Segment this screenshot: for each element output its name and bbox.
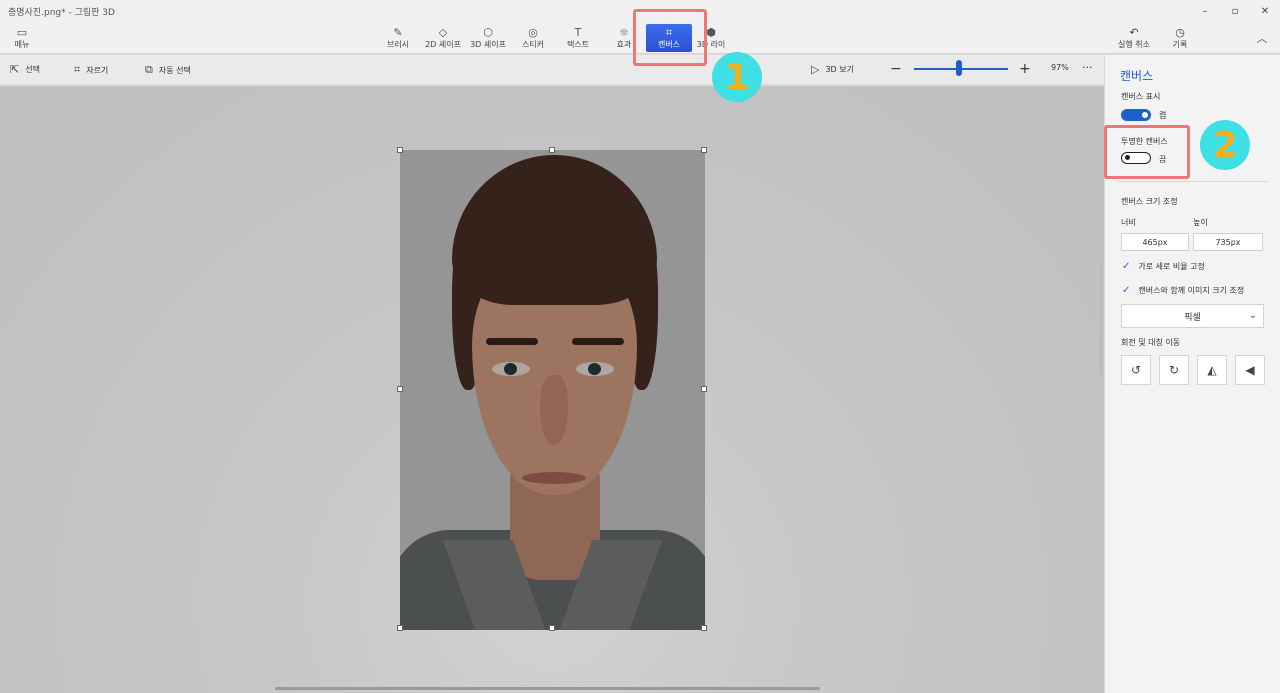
tool-text[interactable]: T 텍스트 — [562, 24, 594, 52]
resize-handle-top-right[interactable] — [701, 147, 707, 153]
height-input[interactable]: 735px — [1193, 233, 1263, 251]
resize-canvas-header: 캔버스 크기 조정 — [1121, 197, 1178, 206]
magic-select-label: 자동 선택 — [158, 65, 191, 75]
step-badge-2: 2 — [1200, 120, 1250, 170]
tool-label: 효과 — [616, 39, 632, 49]
flip-vertical-button[interactable]: ◀ — [1235, 355, 1265, 385]
3d-cube-icon: ⬡ — [483, 25, 493, 39]
width-input[interactable]: 465px — [1121, 233, 1189, 251]
resize-handle-right[interactable] — [701, 386, 707, 392]
resize-image-label: 캔버스와 함께 이미지 크기 조정 — [1138, 286, 1245, 295]
3d-view-icon: ▷ — [811, 63, 820, 76]
tool-3d-shapes[interactable]: ⬡ 3D 셰이프 — [467, 24, 509, 52]
maximize-button[interactable]: ▫ — [1220, 0, 1250, 22]
lock-aspect-checkbox[interactable]: ✓ 가로 세로 비율 고정 — [1122, 261, 1205, 272]
highlight-box-canvas-tool — [633, 9, 707, 66]
magic-select-button[interactable]: ⧉ 자동 선택 — [145, 63, 191, 77]
step-badge-1: 1 — [712, 52, 762, 102]
window-title: 증명사진.png* - 그림판 3D — [8, 8, 115, 18]
horizontal-scrollbar[interactable] — [275, 687, 820, 690]
unit-value: 픽셀 — [1184, 312, 1201, 323]
zoom-in-button[interactable]: + — [1019, 61, 1031, 77]
folder-icon: ▭ — [16, 26, 28, 39]
history-icon: ◷ — [1175, 26, 1185, 39]
sticker-icon: ◎ — [528, 25, 538, 39]
checkmark-icon: ✓ — [1122, 285, 1131, 296]
select-label: 선택 — [25, 65, 40, 74]
flip-vertical-icon: ◀ — [1245, 363, 1255, 377]
resize-handle-bottom[interactable] — [549, 625, 555, 631]
brush-icon: ✎ — [393, 25, 403, 39]
menu-button[interactable]: ▭ 메뉴 — [6, 24, 38, 52]
tool-label: 2D 셰이프 — [425, 39, 461, 49]
panel-divider — [1117, 181, 1269, 182]
history-button[interactable]: ◷ 기록 — [1164, 24, 1196, 52]
crop-label: 자르기 — [86, 65, 109, 75]
crop-button[interactable]: ⌗ 자르기 — [74, 63, 108, 77]
rotate-right-button[interactable]: ↻ — [1159, 355, 1189, 385]
undo-label: 실행 취소 — [1118, 40, 1150, 49]
more-options-button[interactable]: ··· — [1082, 61, 1093, 74]
pointer-icon: ⇱ — [10, 63, 20, 76]
flip-horizontal-button[interactable]: ◭ — [1197, 355, 1227, 385]
resize-image-checkbox[interactable]: ✓ 캔버스와 함께 이미지 크기 조정 — [1122, 285, 1244, 296]
menu-label: 메뉴 — [14, 40, 30, 49]
tool-label: 텍스트 — [566, 39, 590, 49]
unit-dropdown[interactable]: 픽셀 ⌄ — [1121, 304, 1264, 328]
select-button[interactable]: ⇱ 선택 — [10, 63, 40, 76]
resize-handle-top[interactable] — [549, 147, 555, 153]
height-label: 높이 — [1193, 218, 1208, 227]
minimize-button[interactable]: – — [1190, 0, 1220, 22]
checkmark-icon: ✓ — [1122, 261, 1131, 272]
tool-brush[interactable]: ✎ 브러시 — [383, 24, 413, 52]
zoom-level: 97% — [1051, 63, 1069, 72]
zoom-out-button[interactable]: − — [890, 61, 902, 77]
2d-shape-icon: ◇ — [438, 25, 448, 39]
tool-label: 스티커 — [521, 39, 545, 49]
panel-title: 캔버스 — [1120, 69, 1154, 83]
resize-handle-left[interactable] — [397, 386, 403, 392]
chevron-up-icon: ︿ — [1256, 32, 1268, 45]
3d-library-icon: ⬢ — [706, 25, 716, 39]
rotate-left-button[interactable]: ↺ — [1121, 355, 1151, 385]
history-label: 기록 — [1172, 40, 1188, 49]
canvas-toolbar: ⇱ 선택 ⌗ 자르기 ⧉ 자동 선택 ▷ 3D 보기 − + 97% ··· — [0, 55, 1104, 85]
tool-label: 3D 셰이프 — [470, 39, 506, 49]
rotate-flip-header: 회전 및 대칭 이동 — [1121, 338, 1181, 347]
show-canvas-toggle[interactable] — [1121, 109, 1151, 121]
tool-2d-shapes[interactable]: ◇ 2D 셰이프 — [422, 24, 464, 52]
3d-view-label: 3D 보기 — [825, 65, 854, 74]
crop-icon: ⌗ — [74, 63, 81, 76]
magic-select-icon: ⧉ — [145, 63, 153, 76]
show-canvas-state: 켬 — [1159, 111, 1167, 120]
flip-horizontal-icon: ◭ — [1207, 363, 1217, 377]
tool-stickers[interactable]: ◎ 스티커 — [517, 24, 549, 52]
rotate-left-icon: ↺ — [1130, 363, 1142, 377]
highlight-box-transparent-canvas — [1104, 125, 1190, 179]
undo-button[interactable]: ↶ 실행 취소 — [1114, 24, 1154, 52]
collapse-ribbon-button[interactable]: ︿ — [1252, 24, 1272, 52]
tool-label: 브러시 — [386, 39, 410, 49]
vertical-scrollbar[interactable] — [1100, 265, 1102, 375]
window-controls: – ▫ ✕ — [1190, 0, 1280, 22]
lock-aspect-label: 가로 세로 비율 고정 — [1138, 262, 1205, 271]
text-icon: T — [574, 25, 582, 39]
zoom-slider-thumb[interactable] — [956, 60, 962, 76]
portrait-dim-overlay — [400, 150, 705, 630]
portrait-image[interactable] — [400, 150, 705, 630]
width-label: 너비 — [1121, 218, 1136, 227]
close-button[interactable]: ✕ — [1250, 0, 1280, 22]
resize-handle-top-left[interactable] — [397, 147, 403, 153]
undo-icon: ↶ — [1129, 26, 1139, 39]
chevron-down-icon: ⌄ — [1248, 310, 1257, 321]
resize-handle-bottom-left[interactable] — [397, 625, 403, 631]
rotate-right-icon: ↻ — [1168, 363, 1180, 377]
3d-view-button[interactable]: ▷ 3D 보기 — [811, 63, 854, 76]
sun-icon: ☼ — [619, 25, 629, 39]
show-canvas-label: 캔버스 표시 — [1121, 92, 1161, 101]
resize-handle-bottom-right[interactable] — [701, 625, 707, 631]
